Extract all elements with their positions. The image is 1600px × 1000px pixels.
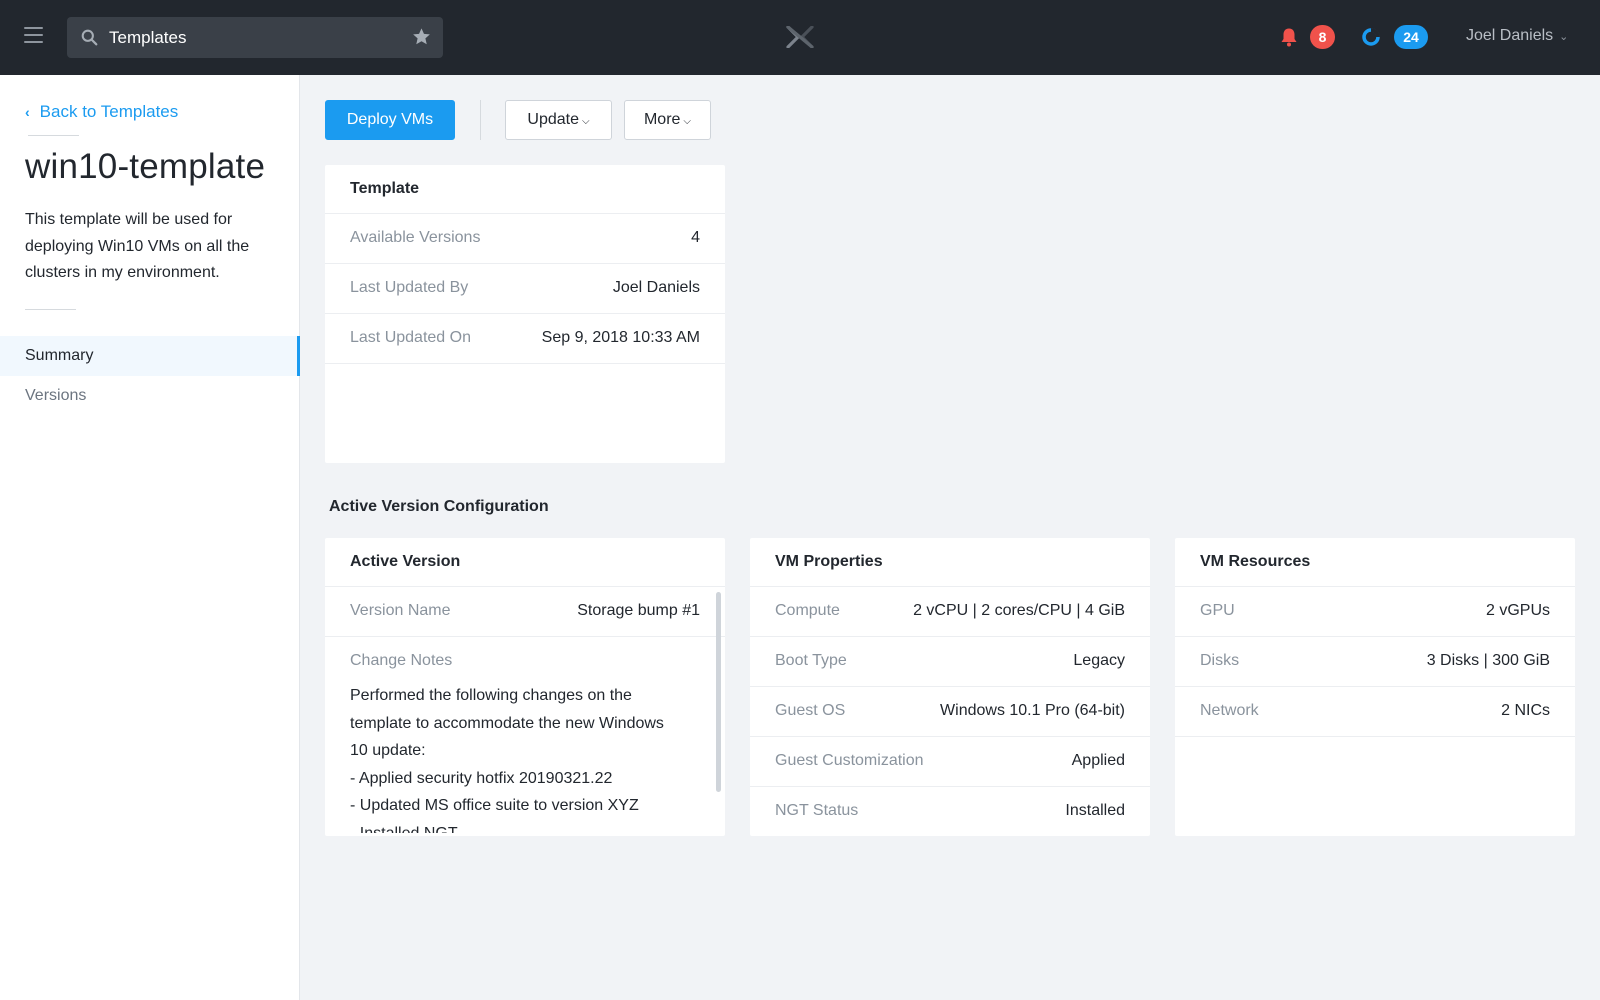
detail-value: 4: [691, 229, 700, 246]
vm-properties-card: VM Properties Compute 2 vCPU | 2 cores/C…: [750, 538, 1150, 836]
detail-value: Storage bump #1: [577, 602, 700, 619]
star-icon[interactable]: [412, 27, 431, 46]
detail-label: Disks: [1200, 652, 1240, 669]
change-notes-section[interactable]: Change Notes Performed the following cha…: [325, 637, 725, 833]
detail-row: Version Name Storage bump #1: [325, 587, 725, 637]
page-title: win10-template: [25, 147, 266, 186]
change-note-line: template to accommodate the new Windows: [350, 714, 664, 732]
detail-row: Guest OS Windows 10.1 Pro (64-bit): [750, 687, 1150, 737]
change-notes-text: Performed the following changes on the t…: [350, 682, 700, 833]
detail-value: Installed: [1065, 802, 1125, 819]
chevron-down-icon: ⌄: [1559, 31, 1569, 43]
more-dropdown-button[interactable]: More ⌵: [624, 100, 711, 140]
detail-row: Boot Type Legacy: [750, 637, 1150, 687]
section-title: Active Version Configuration: [329, 498, 549, 515]
detail-value: Windows 10.1 Pro (64-bit): [940, 702, 1125, 719]
detail-value: 2 NICs: [1501, 702, 1550, 719]
detail-row: Last Updated By Joel Daniels: [325, 264, 725, 314]
template-card: Template Available Versions 4 Last Updat…: [325, 165, 725, 463]
search-icon: [81, 29, 98, 46]
user-name: Joel Daniels: [1466, 27, 1554, 44]
detail-label: Last Updated By: [350, 279, 469, 296]
detail-label: Compute: [775, 602, 840, 619]
user-menu[interactable]: Joel Daniels ⌄: [1466, 27, 1568, 45]
update-dropdown-button[interactable]: Update ⌵: [505, 100, 612, 140]
alerts-count-badge[interactable]: 8: [1310, 25, 1335, 49]
detail-label: Last Updated On: [350, 329, 471, 346]
detail-label: Guest Customization: [775, 752, 924, 769]
vm-resources-card: VM Resources GPU 2 vGPUs Disks 3 Disks |…: [1175, 538, 1575, 836]
chevron-down-icon: ⌵: [582, 116, 590, 127]
tasks-progress-icon[interactable]: [1361, 27, 1381, 47]
card-title: Template: [325, 165, 725, 214]
left-sidebar: ‹ Back to Templates win10-template This t…: [0, 75, 300, 1000]
card-title: Active Version: [325, 538, 725, 587]
top-navigation-bar: Templates 8 24 Joel Daniels ⌄: [0, 0, 1600, 75]
detail-value: Legacy: [1073, 652, 1125, 669]
detail-label: Guest OS: [775, 702, 846, 719]
card-title: VM Resources: [1175, 538, 1575, 587]
detail-label: Available Versions: [350, 229, 481, 246]
nav-item-versions[interactable]: Versions: [0, 376, 300, 416]
detail-row: Network 2 NICs: [1175, 687, 1575, 737]
more-button-label: More: [643, 111, 681, 128]
detail-label: Network: [1200, 702, 1259, 719]
hamburger-menu-icon[interactable]: [24, 27, 43, 45]
detail-value: 3 Disks | 300 GiB: [1426, 652, 1550, 669]
tasks-count-badge[interactable]: 24: [1394, 25, 1428, 49]
toolbar-divider: [480, 100, 481, 140]
active-version-card: Active Version Version Name Storage bump…: [325, 538, 725, 836]
update-button-label: Update: [527, 111, 579, 128]
detail-value: Applied: [1071, 752, 1125, 769]
detail-value: 2 vCPU | 2 cores/CPU | 4 GiB: [913, 602, 1125, 619]
change-note-line: - Applied security hotfix 20190321.22: [350, 769, 613, 787]
back-link-label: Back to Templates: [39, 102, 179, 121]
detail-row: Last Updated On Sep 9, 2018 10:33 AM: [325, 314, 725, 364]
deploy-vms-button[interactable]: Deploy VMs: [325, 100, 455, 140]
change-note-line: Performed the following changes on the: [350, 687, 632, 704]
detail-row: Compute 2 vCPU | 2 cores/CPU | 4 GiB: [750, 587, 1150, 637]
nutanix-logo-icon[interactable]: [786, 26, 814, 48]
chevron-down-icon: ⌵: [683, 116, 692, 127]
change-note-line: 10 update:: [350, 742, 426, 759]
detail-row: Guest Customization Applied: [750, 737, 1150, 787]
detail-value: 2 vGPUs: [1485, 602, 1550, 619]
change-note-line: - Updated MS office suite to version XYZ: [350, 797, 639, 814]
search-bar[interactable]: Templates: [67, 17, 443, 58]
detail-label: Change Notes: [350, 652, 453, 669]
change-note-line: - Installed NGT: [350, 824, 458, 834]
search-input[interactable]: Templates: [109, 28, 186, 48]
detail-value: Joel Daniels: [612, 279, 700, 296]
card-title: VM Properties: [750, 538, 1150, 587]
alerts-bell-icon[interactable]: [1280, 27, 1298, 47]
detail-row: Disks 3 Disks | 300 GiB: [1175, 637, 1575, 687]
nav-item-summary[interactable]: Summary: [0, 336, 300, 376]
divider: [28, 135, 79, 136]
detail-label: Boot Type: [775, 652, 847, 669]
detail-row: Available Versions 4: [325, 214, 725, 264]
divider: [25, 309, 76, 310]
detail-label: Version Name: [350, 602, 451, 619]
template-description: This template will be used for deploying…: [25, 211, 250, 281]
detail-value: Sep 9, 2018 10:33 AM: [541, 329, 700, 346]
change-notes-scrollbar[interactable]: [716, 592, 721, 792]
chevron-left-icon: ‹: [25, 104, 30, 120]
detail-label: NGT Status: [775, 802, 859, 819]
detail-label: GPU: [1200, 602, 1235, 619]
detail-row: GPU 2 vGPUs: [1175, 587, 1575, 637]
detail-row: NGT Status Installed: [750, 787, 1150, 837]
back-to-templates-link[interactable]: ‹ Back to Templates: [25, 102, 178, 122]
